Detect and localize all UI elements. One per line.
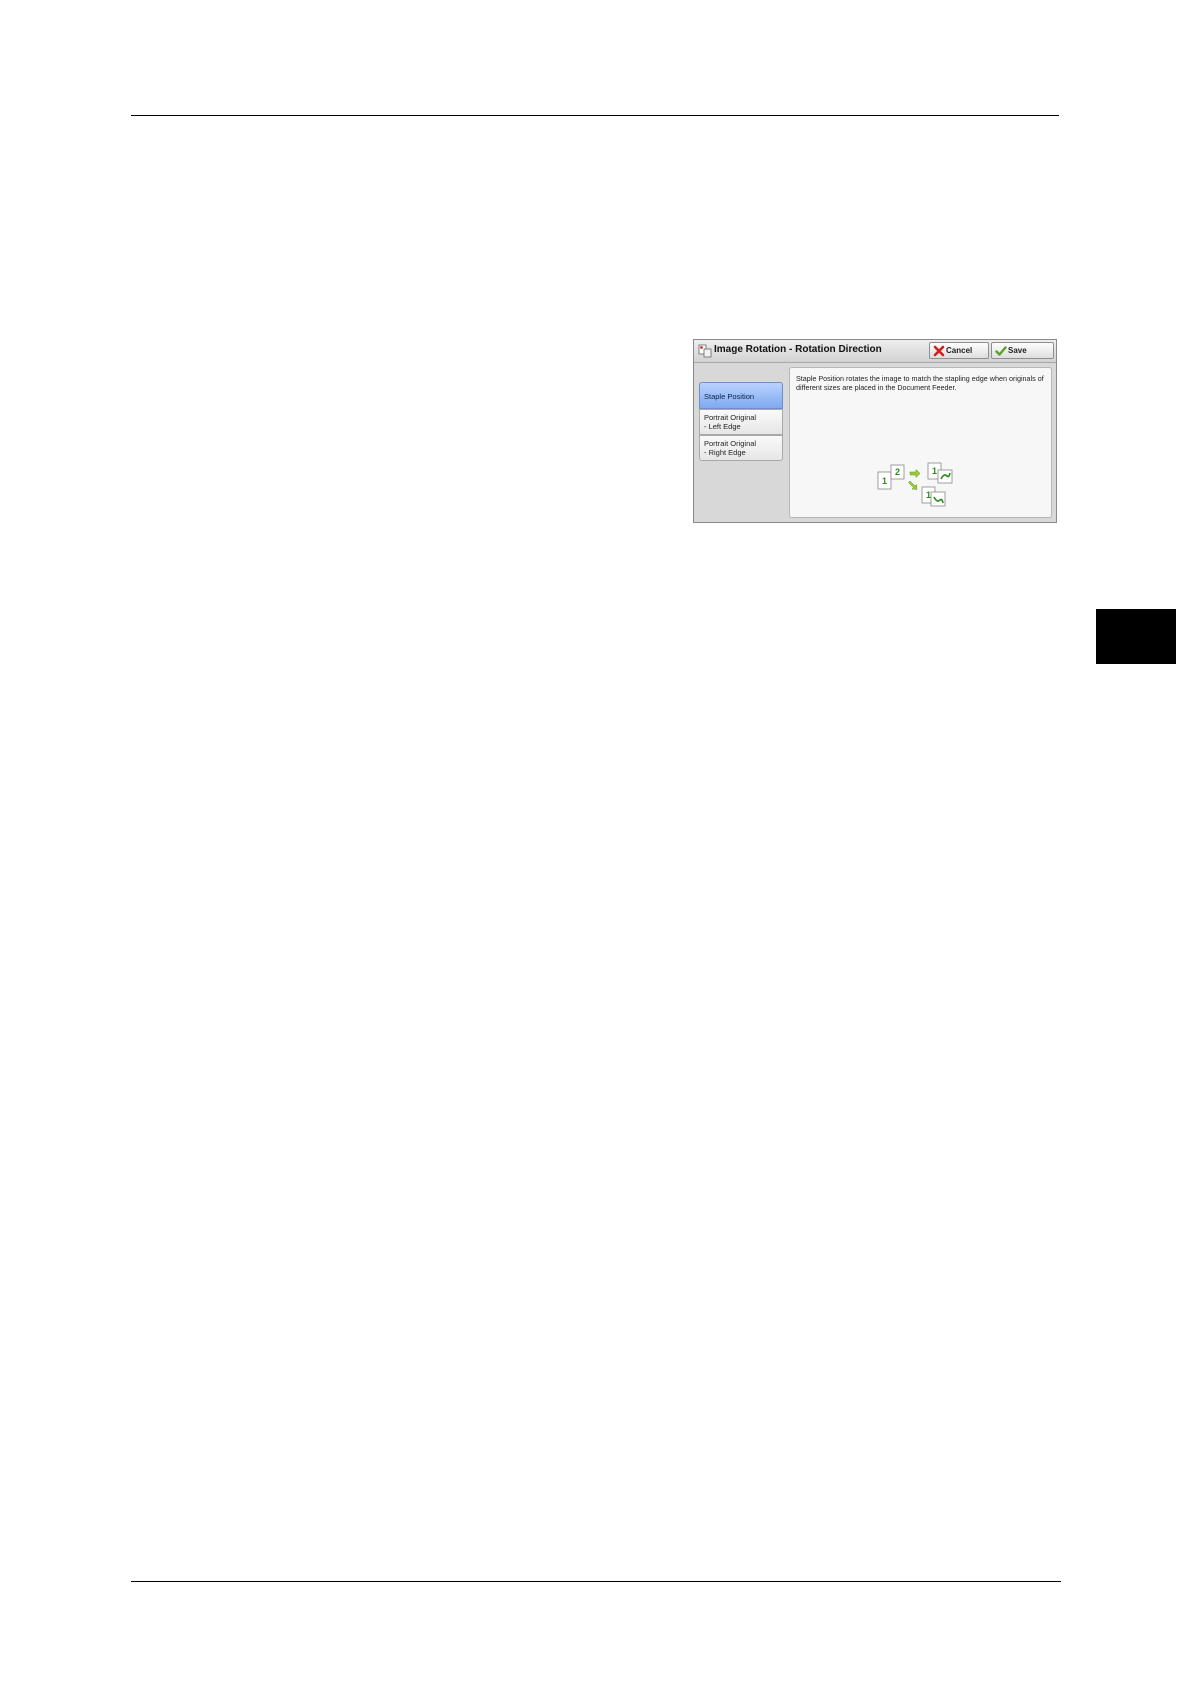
option-portrait-left-edge[interactable]: Portrait Original - Left Edge: [699, 409, 783, 435]
arrow-down-right-icon: [908, 480, 918, 490]
save-button[interactable]: Save: [991, 342, 1054, 359]
option-description: Staple Position rotates the image to mat…: [796, 374, 1044, 392]
option-portrait-right-edge[interactable]: Portrait Original - Right Edge: [699, 435, 783, 461]
green-check-icon: [995, 346, 1007, 356]
result-bottom-digit: 1: [926, 490, 931, 500]
option-label: Staple Position: [704, 392, 755, 401]
footer-rule: [131, 1581, 1061, 1582]
image-rotation-dialog: Image Rotation - Rotation Direction Canc…: [693, 339, 1057, 523]
option-sublabel: - Right Edge: [704, 448, 746, 457]
option-sublabel: - Left Edge: [704, 422, 741, 431]
page-b-digit: 2: [895, 467, 900, 477]
staple-rotation-illustration: 1 2 1 1: [877, 462, 953, 507]
option-staple-position[interactable]: Staple Position: [699, 382, 783, 409]
chapter-tab: [1096, 609, 1176, 664]
dialog-titlebar: Image Rotation - Rotation Direction Canc…: [694, 340, 1056, 363]
page-a-digit: 1: [882, 476, 887, 486]
header-rule: [131, 115, 1059, 116]
description-panel: Staple Position rotates the image to mat…: [789, 367, 1052, 518]
red-x-icon: [933, 345, 945, 357]
arrow-right-icon: [909, 468, 921, 479]
result-top-digit: 1: [932, 466, 937, 476]
cancel-label: Cancel: [946, 346, 973, 355]
cancel-button[interactable]: Cancel: [929, 342, 989, 359]
option-label: Portrait Original: [704, 413, 757, 422]
save-label: Save: [1008, 346, 1027, 355]
rotation-options-panel: Staple Position Portrait Original - Left…: [694, 363, 788, 522]
dialog-title: Image Rotation - Rotation Direction: [714, 344, 882, 355]
option-label: Portrait Original: [704, 439, 757, 448]
document-rotate-icon: [698, 344, 712, 358]
